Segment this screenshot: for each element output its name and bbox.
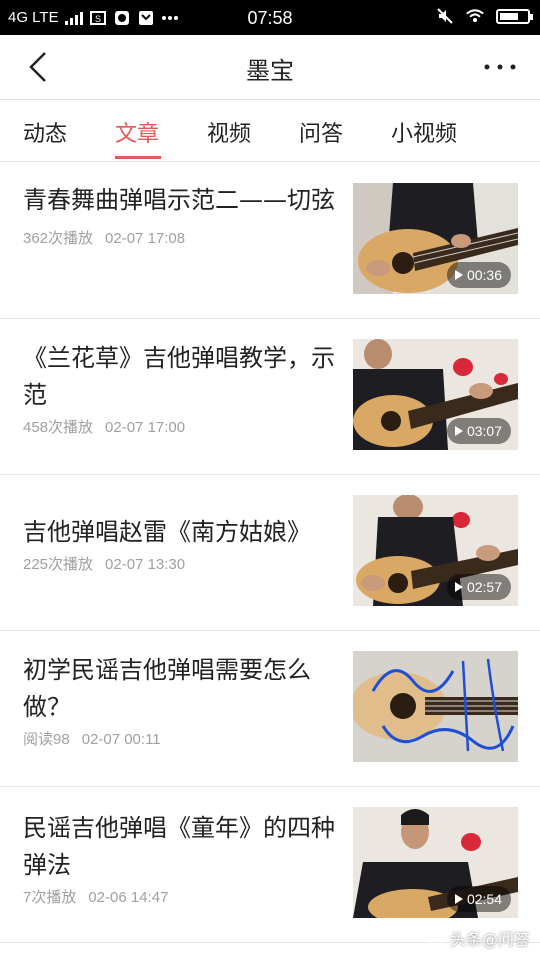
- item-text: 初学民谣吉他弹唱需要怎么做？ 阅读98 02-07 00:11: [23, 652, 343, 749]
- item-text: 吉他弹唱赵雷《南方姑娘》 225次播放 02-07 13:30: [23, 514, 343, 574]
- tab-bar: 动态 文章 视频 问答 小视频: [0, 100, 540, 162]
- item-title: 吉他弹唱赵雷《南方姑娘》: [23, 518, 311, 546]
- tab-qa[interactable]: 问答: [299, 116, 343, 148]
- item-stat: 225次播放: [23, 556, 94, 573]
- wifi-icon: [466, 8, 484, 24]
- video-thumbnail[interactable]: 02:57: [353, 495, 518, 606]
- video-thumbnail[interactable]: 03:07: [353, 339, 518, 450]
- list-item[interactable]: 吉他弹唱赵雷《南方姑娘》 225次播放 02-07 13:30 02:57: [0, 474, 540, 631]
- guitar-diagram-image: [353, 651, 518, 762]
- item-stat: 362次播放: [23, 230, 94, 247]
- duration-text: 02:57: [466, 579, 502, 595]
- item-stat: 458次播放: [23, 419, 94, 436]
- app-header: 墨宝: [0, 35, 540, 100]
- item-title: 民谣吉他弹唱《童年》的四种弹法: [23, 814, 335, 879]
- status-bar: 4G LTE S 07:58: [0, 0, 540, 35]
- item-date: 02-07 17:00: [105, 419, 186, 436]
- list-item[interactable]: 民谣吉他弹唱《童年》的四种弹法 7次播放 02-06 14:47 02:54: [0, 786, 540, 943]
- tab-short-videos[interactable]: 小视频: [391, 116, 457, 148]
- item-text: 民谣吉他弹唱《童年》的四种弹法 7次播放 02-06 14:47: [23, 810, 343, 907]
- toutiao-logo-icon: [426, 931, 446, 945]
- play-icon: [454, 582, 463, 592]
- item-meta: 7次播放 02-06 14:47: [23, 886, 343, 907]
- video-duration: 00:36: [446, 262, 511, 288]
- more-button[interactable]: [478, 49, 522, 85]
- item-text: 青春舞曲弹唱示范二——切弦 362次播放 02-07 17:08: [23, 182, 343, 248]
- video-thumbnail[interactable]: 02:54: [353, 807, 518, 918]
- item-title: 初学民谣吉他弹唱需要怎么做？: [23, 656, 311, 721]
- item-meta: 458次播放 02-07 17:00: [23, 416, 343, 437]
- item-date: 02-07 00:11: [81, 731, 161, 748]
- video-duration: 03:07: [446, 418, 511, 444]
- tab-articles[interactable]: 文章: [115, 116, 159, 148]
- video-thumbnail[interactable]: 00:36: [353, 183, 518, 294]
- duration-text: 02:54: [466, 891, 502, 907]
- mute-icon: [436, 8, 454, 24]
- play-icon: [454, 270, 463, 280]
- item-date: 02-06 14:47: [88, 889, 169, 906]
- chevron-left-icon: [29, 52, 46, 82]
- list-item[interactable]: 青春舞曲弹唱示范二——切弦 362次播放 02-07 17:08 00:36: [0, 162, 540, 319]
- battery-icon: [496, 8, 533, 24]
- active-tab-indicator: [115, 156, 161, 159]
- status-right: [436, 8, 533, 24]
- item-date: 02-07 17:08: [105, 230, 186, 247]
- item-stat: 阅读98: [23, 731, 70, 748]
- duration-text: 00:36: [466, 267, 502, 283]
- item-stat: 7次播放: [23, 889, 77, 906]
- watermark: 头条@问答: [426, 926, 530, 950]
- play-icon: [454, 894, 463, 904]
- watermark-text: 头条@问答: [449, 930, 530, 949]
- item-date: 02-07 13:30: [105, 556, 186, 573]
- page-title: 墨宝: [246, 57, 294, 85]
- duration-text: 03:07: [466, 423, 502, 439]
- item-text: 《兰花草》吉他弹唱教学，示范 458次播放 02-07 17:00: [23, 340, 343, 437]
- item-meta: 225次播放 02-07 13:30: [23, 553, 343, 574]
- video-duration: 02:57: [446, 574, 511, 600]
- video-duration: 02:54: [446, 886, 511, 912]
- more-dots-icon: [484, 64, 516, 70]
- item-meta: 阅读98 02-07 00:11: [23, 728, 343, 749]
- list-item[interactable]: 《兰花草》吉他弹唱教学，示范 458次播放 02-07 17:00 03:07: [0, 318, 540, 475]
- tab-dynamics[interactable]: 动态: [23, 116, 67, 148]
- list-item[interactable]: 初学民谣吉他弹唱需要怎么做？ 阅读98 02-07 00:11: [0, 630, 540, 787]
- item-meta: 362次播放 02-07 17:08: [23, 227, 343, 248]
- item-title: 《兰花草》吉他弹唱教学，示范: [23, 344, 335, 409]
- back-button[interactable]: [20, 49, 56, 85]
- item-title: 青春舞曲弹唱示范二——切弦: [23, 186, 335, 214]
- play-icon: [454, 426, 463, 436]
- article-thumbnail[interactable]: [353, 651, 518, 762]
- tab-videos[interactable]: 视频: [207, 116, 251, 148]
